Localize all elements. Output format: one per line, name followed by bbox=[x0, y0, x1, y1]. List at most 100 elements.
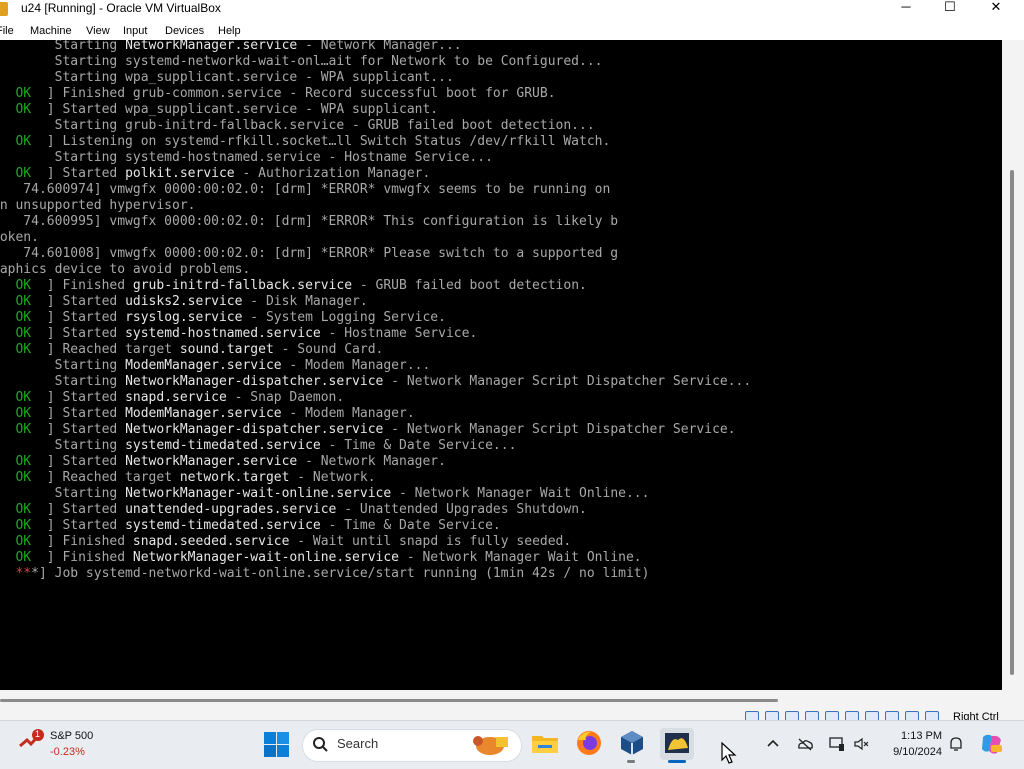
menu-help[interactable]: Help bbox=[218, 24, 241, 38]
console-text: polkit.service bbox=[125, 166, 235, 181]
notification-bell-icon[interactable] bbox=[947, 735, 965, 753]
console-line: [ OK ] Started snapd.service - Snap Daem… bbox=[0, 390, 344, 406]
console-line: Starting systemd-timedated.service - Tim… bbox=[0, 438, 517, 454]
console-line: [ OK ] Listening on systemd-rfkill.socke… bbox=[0, 134, 610, 150]
status-ok: OK bbox=[15, 422, 32, 437]
console-line: [ ***] Job systemd-networkd-wait-online.… bbox=[0, 566, 649, 582]
console-line: Starting ModemManager.service - Modem Ma… bbox=[0, 358, 431, 374]
console-text: raphics device to avoid problems. bbox=[0, 262, 251, 277]
console-text: - Network Manager Wait Online. bbox=[399, 550, 642, 565]
file-explorer-icon[interactable] bbox=[530, 728, 560, 758]
clock-time[interactable]: 1:13 PM bbox=[884, 729, 942, 743]
console-text: - Disk Manager. bbox=[242, 294, 368, 309]
console-text: ] Started bbox=[31, 294, 126, 309]
status-spinner: ** bbox=[15, 566, 32, 581]
console-text: - Snap Daemon. bbox=[226, 390, 345, 405]
console-line: [ OK ] Reached target network.target - N… bbox=[0, 470, 375, 486]
console-text: Starting wpa_supplicant.service - WPA su… bbox=[0, 70, 454, 85]
console-text: grub-initrd-fallback.service bbox=[132, 278, 353, 293]
console-text: ] Finished bbox=[31, 278, 133, 293]
console-text: [ bbox=[0, 502, 15, 517]
console-text: [ bbox=[0, 566, 15, 581]
console-text: [ 74.600995] vmwgfx 0000:00:02.0: [drm] … bbox=[0, 214, 619, 229]
status-ok: OK bbox=[15, 326, 32, 341]
console-text: udisks2.service bbox=[125, 294, 243, 309]
status-ok: OK bbox=[15, 294, 32, 309]
console-text: systemd-timedated.service bbox=[125, 518, 321, 533]
console-text: Starting systemd-networkd-wait-onl…ait f… bbox=[0, 54, 603, 69]
console-text: Starting bbox=[0, 486, 126, 501]
status-ok: OK bbox=[15, 502, 32, 517]
console-text: NetworkManager.service bbox=[125, 40, 298, 53]
console-line: [ 74.600995] vmwgfx 0000:00:02.0: [drm] … bbox=[0, 214, 618, 230]
console-text: - Network Manager... bbox=[297, 40, 462, 53]
console-text: network.target bbox=[179, 470, 290, 485]
vertical-scrollbar-thumb[interactable] bbox=[1010, 170, 1014, 675]
menu-view[interactable]: View bbox=[86, 24, 110, 38]
console-text: - System Logging Service. bbox=[242, 310, 446, 325]
show-hidden-icons-chevron-up-icon[interactable] bbox=[764, 735, 782, 753]
console-text: [ bbox=[0, 422, 15, 437]
console-text: *] Job systemd-networkd-wait-online.serv… bbox=[31, 566, 650, 581]
console-text: - Unattended Upgrades Shutdown. bbox=[336, 502, 587, 517]
volume-muted-icon[interactable] bbox=[852, 735, 870, 753]
search-placeholder: Search bbox=[337, 736, 379, 751]
status-ok: OK bbox=[15, 278, 32, 293]
console-line: [ OK ] Started wpa_supplicant.service - … bbox=[0, 102, 438, 118]
menu-bar: File Machine View Input Devices Help bbox=[0, 22, 1024, 40]
console-text: snapd.service bbox=[125, 390, 227, 405]
status-ok: OK bbox=[15, 534, 32, 549]
horizontal-scrollbar-thumb[interactable] bbox=[0, 699, 778, 702]
console-line: [ OK ] Started unattended-upgrades.servi… bbox=[0, 502, 587, 518]
status-ok: OK bbox=[15, 86, 32, 101]
menu-input[interactable]: Input bbox=[123, 24, 147, 38]
firefox-icon[interactable] bbox=[574, 728, 604, 758]
console-line: Starting grub-initrd-fallback.service - … bbox=[0, 118, 595, 134]
menu-machine[interactable]: Machine bbox=[30, 24, 72, 38]
console-text: ] Started wpa_supplicant.service - WPA s… bbox=[31, 102, 439, 117]
console-line: [ OK ] Started udisks2.service - Disk Ma… bbox=[0, 294, 368, 310]
console-text: [ bbox=[0, 518, 15, 533]
console-text: [ bbox=[0, 534, 15, 549]
virtualbox-icon[interactable] bbox=[617, 728, 647, 758]
onedrive-icon[interactable] bbox=[796, 735, 814, 753]
console-line: [ OK ] Reached target sound.target - Sou… bbox=[0, 342, 383, 358]
stock-widget-icon[interactable] bbox=[18, 728, 44, 754]
console-text: roken. bbox=[0, 230, 39, 245]
console-text: ] Finished bbox=[31, 550, 133, 565]
status-ok: OK bbox=[15, 102, 32, 117]
virtualbox-vm-icon[interactable] bbox=[662, 728, 692, 758]
console-text: [ bbox=[0, 454, 15, 469]
search-icon bbox=[313, 737, 328, 752]
network-icon[interactable] bbox=[828, 735, 846, 753]
console-text: sound.target bbox=[179, 342, 274, 357]
console-line: [ OK ] Started NetworkManager-dispatcher… bbox=[0, 422, 735, 438]
console-line: Starting wpa_supplicant.service - WPA su… bbox=[0, 70, 454, 86]
status-ok: OK bbox=[15, 454, 32, 469]
clock-date[interactable]: 9/10/2024 bbox=[880, 745, 942, 759]
menu-devices[interactable]: Devices bbox=[165, 24, 204, 38]
console-text: [ bbox=[0, 294, 15, 309]
menu-file[interactable]: File bbox=[0, 24, 14, 38]
copilot-icon[interactable] bbox=[979, 731, 1005, 757]
start-icon[interactable] bbox=[263, 731, 290, 758]
minimize-button[interactable]: ─ bbox=[883, 0, 929, 18]
console-text: - Hostname Service. bbox=[320, 326, 478, 341]
status-ok: OK bbox=[15, 342, 32, 357]
window-titlebar[interactable]: u24 [Running] - Oracle VM VirtualBox ─ ☐… bbox=[0, 0, 1024, 22]
console-text: [ bbox=[0, 278, 15, 293]
console-text: ] Started bbox=[31, 390, 126, 405]
console-text: - GRUB failed boot detection. bbox=[352, 278, 587, 293]
console-text: ] Started bbox=[31, 326, 126, 341]
console-text: ] Reached target bbox=[31, 470, 180, 485]
vm-console-screen[interactable]: Starting NetworkManager.service - Networ… bbox=[0, 40, 1002, 690]
console-line: [ OK ] Started ModemManager.service - Mo… bbox=[0, 406, 414, 422]
stock-widget-name[interactable]: S&P 500 bbox=[50, 729, 93, 743]
close-button[interactable]: ✕ bbox=[973, 0, 1019, 18]
console-text: [ bbox=[0, 134, 15, 149]
console-text: - Time & Date Service... bbox=[320, 438, 517, 453]
console-text: ] Started bbox=[31, 166, 126, 181]
status-ok: OK bbox=[15, 518, 32, 533]
maximize-button[interactable]: ☐ bbox=[927, 0, 973, 18]
console-line: [ OK ] Finished snapd.seeded.service - W… bbox=[0, 534, 571, 550]
